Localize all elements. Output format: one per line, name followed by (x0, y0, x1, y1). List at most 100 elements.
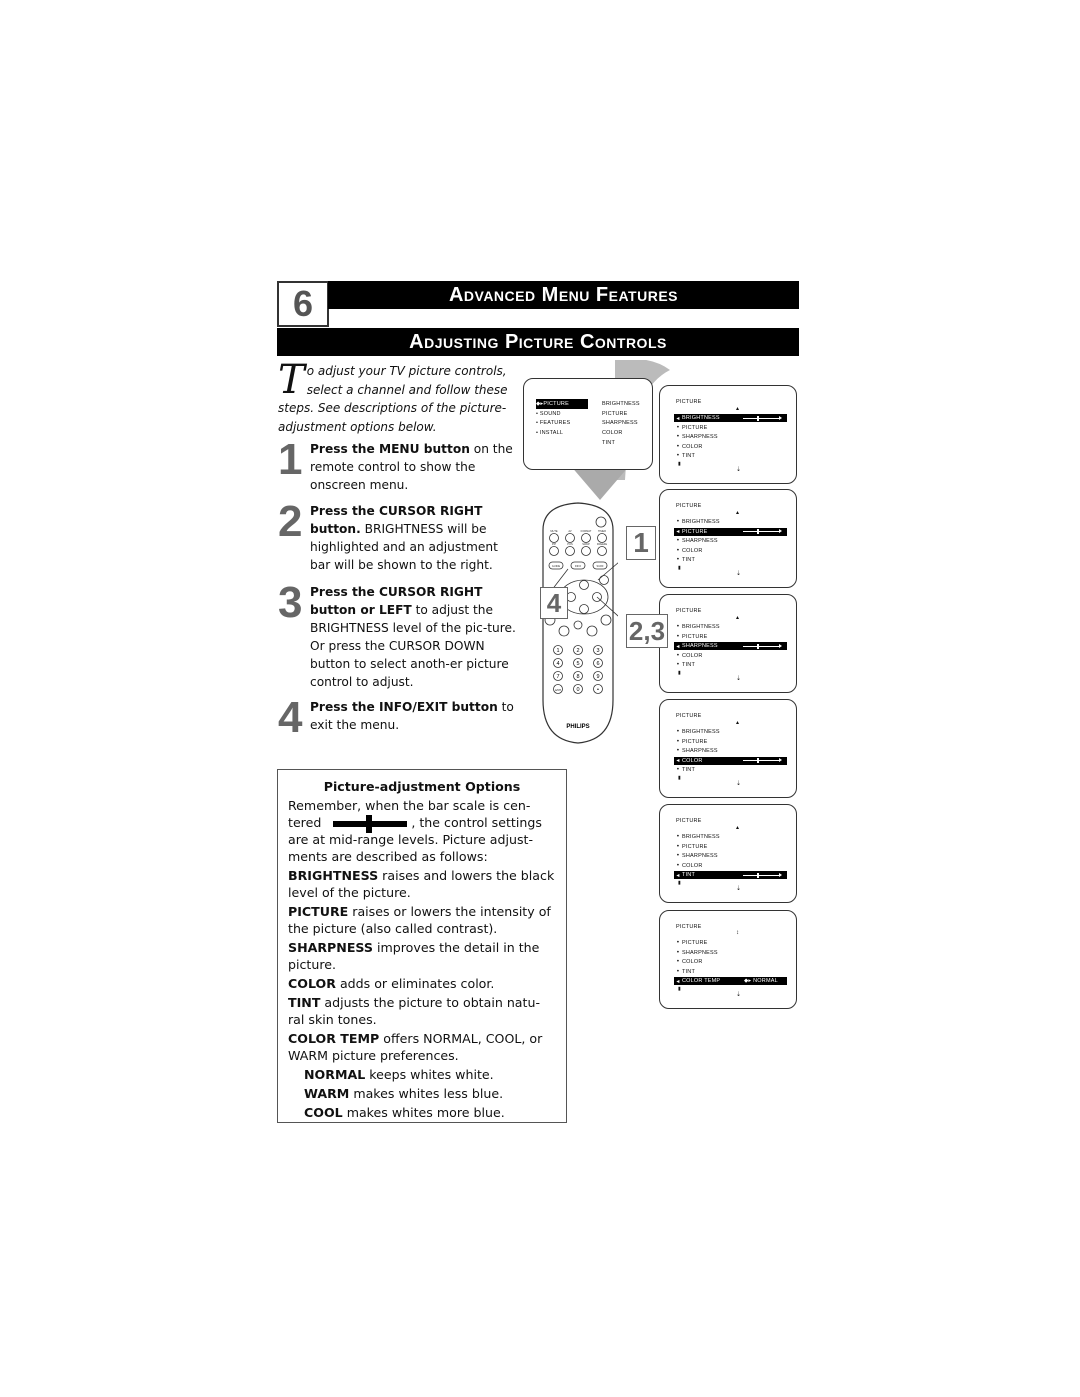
option-item: COLOR TEMP offers NORMAL, COOL, or WARM … (288, 1030, 556, 1064)
bullet-icon: • (676, 862, 680, 869)
picture-menu-item[interactable]: • PICTURE (674, 843, 787, 851)
bullet-icon: • (676, 834, 680, 840)
option-term: SHARPNESS (288, 940, 374, 955)
step-2: 2 Press the CURSOR RIGHT button. BRIGHTN… (278, 497, 518, 574)
screen-header: PICTURE (676, 818, 702, 824)
picture-menu-item[interactable]: • BRIGHTNESS (674, 728, 787, 736)
option-description: makes whites more blue. (342, 1105, 505, 1120)
intro-paragraph: To adjust your TV picture controls, sele… (278, 357, 518, 436)
picture-menu-screen: PICTURE ▴ ◂ BRIGHTNESS • PICTURE • SHARPNESS • CO… (659, 385, 797, 484)
picture-menu-item[interactable]: • BRIGHTNESS (674, 623, 787, 631)
scroll-up-icon: ▴ (736, 510, 740, 516)
picture-menu-item[interactable]: • SHARPNESS (674, 433, 787, 441)
picture-menu-item[interactable]: • TINT (674, 661, 787, 669)
intro-dropcap: T (278, 357, 305, 403)
picture-menu-item[interactable]: • COLOR (674, 958, 787, 966)
digit-label: 7 (556, 674, 559, 680)
picture-options-box: Picture-adjustment Options Remember, whe… (277, 769, 567, 1123)
menu-item-label: COLOR (682, 443, 703, 450)
picture-menu-item[interactable]: • COLOR (674, 862, 787, 870)
picture-menu-item[interactable]: • COLOR (674, 652, 787, 660)
menu-item-label: PICTURE (682, 738, 708, 745)
scroll-up-icon: ▴ (736, 406, 740, 412)
bullet-icon: • (676, 949, 680, 956)
menu-item-label: TINT (682, 968, 696, 975)
picture-menu-item[interactable]: • TINT (674, 766, 787, 774)
menu-item-label: PICTURE (682, 940, 708, 946)
main-menu-item[interactable]: • SOUND (536, 409, 588, 419)
adjustment-slider[interactable] (743, 758, 782, 764)
step-3: 3 Press the CURSOR RIGHT button or LEFT … (278, 578, 518, 691)
digit-label: 1 (556, 648, 559, 654)
picture-menu-item[interactable]: • COLOR (674, 547, 787, 555)
main-menu-item[interactable]: • FEATURES (536, 419, 588, 429)
section-title: Advanced Menu Features (328, 281, 799, 309)
menu-item-label: BRIGHTNESS (682, 415, 720, 421)
submenu-preview-item: SHARPNESS (602, 420, 638, 427)
digit-label: 8 (576, 674, 579, 680)
lock-icon: ▮ (678, 880, 681, 886)
step-instruction: Press the MENU button (310, 442, 470, 456)
menu-item-label: PICTURE (682, 424, 708, 431)
digit-label: 3 (596, 648, 599, 654)
bullet-icon: • (676, 968, 680, 975)
selector-arrow-icon: ◂ (676, 415, 680, 422)
main-menu-item[interactable]: ◆▸ PICTURE (536, 399, 588, 409)
main-menu-item[interactable]: • INSTALL (536, 428, 588, 438)
menu-item-label: PICTURE (682, 843, 708, 850)
picture-menu-item[interactable]: • TINT (674, 452, 787, 460)
picture-menu-screen: PICTURE ▴ • BRIGHTNESS • PICTURE • SHARPNESS ◂ CO… (659, 699, 797, 798)
callout-step-1: 1 (626, 526, 656, 560)
picture-menu-item[interactable]: ◂ COLOR TEMP ◆▸ NORMAL (674, 977, 787, 986)
digit-label: 6 (596, 661, 599, 667)
picture-menu-item[interactable]: • COLOR (674, 443, 787, 451)
options-intro: Remember, when the bar scale is cen-tere… (288, 797, 556, 865)
remote-pointer-arrow (570, 465, 630, 500)
menu-item-label: TINT (682, 662, 696, 669)
menu-item-label: TINT (682, 557, 696, 564)
bullet-icon: • (676, 662, 680, 669)
adjustment-slider[interactable] (743, 415, 782, 421)
adjustment-slider[interactable] (743, 643, 782, 649)
bullet-icon: • (676, 940, 680, 946)
menu-item-label: BRIGHTNESS (682, 519, 720, 525)
picture-menu-item[interactable]: ◂ COLOR (674, 756, 787, 765)
step-number: 2 (278, 497, 303, 546)
picture-menu-screen: PICTURE ▴ • BRIGHTNESS • PICTURE • SHARPNESS • CO… (659, 804, 797, 903)
picture-menu-item[interactable]: • TINT (674, 556, 787, 564)
picture-menu-item[interactable]: • BRIGHTNESS (674, 518, 787, 526)
picture-menu-item[interactable]: • SHARPNESS (674, 949, 787, 957)
bullet-icon: • (676, 538, 680, 545)
picture-menu-item[interactable]: • PICTURE (674, 939, 787, 947)
picture-menu-item[interactable]: • SHARPNESS (674, 537, 787, 545)
screen-header: PICTURE (676, 608, 702, 614)
picture-menu-item[interactable]: • BRIGHTNESS (674, 833, 787, 841)
picture-menu-item[interactable]: ◂ SHARPNESS (674, 642, 787, 651)
remote-button-label: SWAP (582, 542, 590, 546)
adjustment-slider[interactable] (743, 872, 782, 878)
picture-menu-item[interactable]: • PICTURE (674, 424, 787, 432)
bullet-icon: • (676, 434, 680, 441)
digit-label: 0 (576, 687, 579, 693)
step-number: 3 (278, 578, 303, 627)
bullet-icon: • (676, 633, 680, 640)
scroll-down-icon: ⇣ (736, 886, 742, 892)
menu-item-label: PICTURE (682, 633, 708, 640)
picture-menu-item[interactable]: ◂ BRIGHTNESS (674, 414, 787, 422)
picture-menu-item[interactable]: • TINT (674, 968, 787, 976)
picture-menu-item[interactable]: ◂ PICTURE (674, 527, 787, 536)
remote-button-label: SURF (596, 564, 603, 568)
lock-icon: ▮ (678, 461, 681, 467)
remote-button-label: PIP (552, 542, 556, 546)
main-menu-label: FEATURES (539, 420, 571, 427)
picture-menu-item[interactable]: • SHARPNESS (674, 747, 787, 755)
menu-item-label: TINT (682, 453, 696, 460)
picture-menu-item[interactable]: • PICTURE (674, 738, 787, 746)
picture-menu-item[interactable]: • PICTURE (674, 633, 787, 641)
picture-menu-item[interactable]: ◂ TINT (674, 871, 787, 880)
adjustment-slider[interactable] (743, 529, 782, 535)
menu-item-label: COLOR (682, 862, 703, 869)
menu-item-label: TINT (682, 767, 696, 774)
digit-label: 5 (576, 661, 579, 667)
picture-menu-item[interactable]: • SHARPNESS (674, 852, 787, 860)
